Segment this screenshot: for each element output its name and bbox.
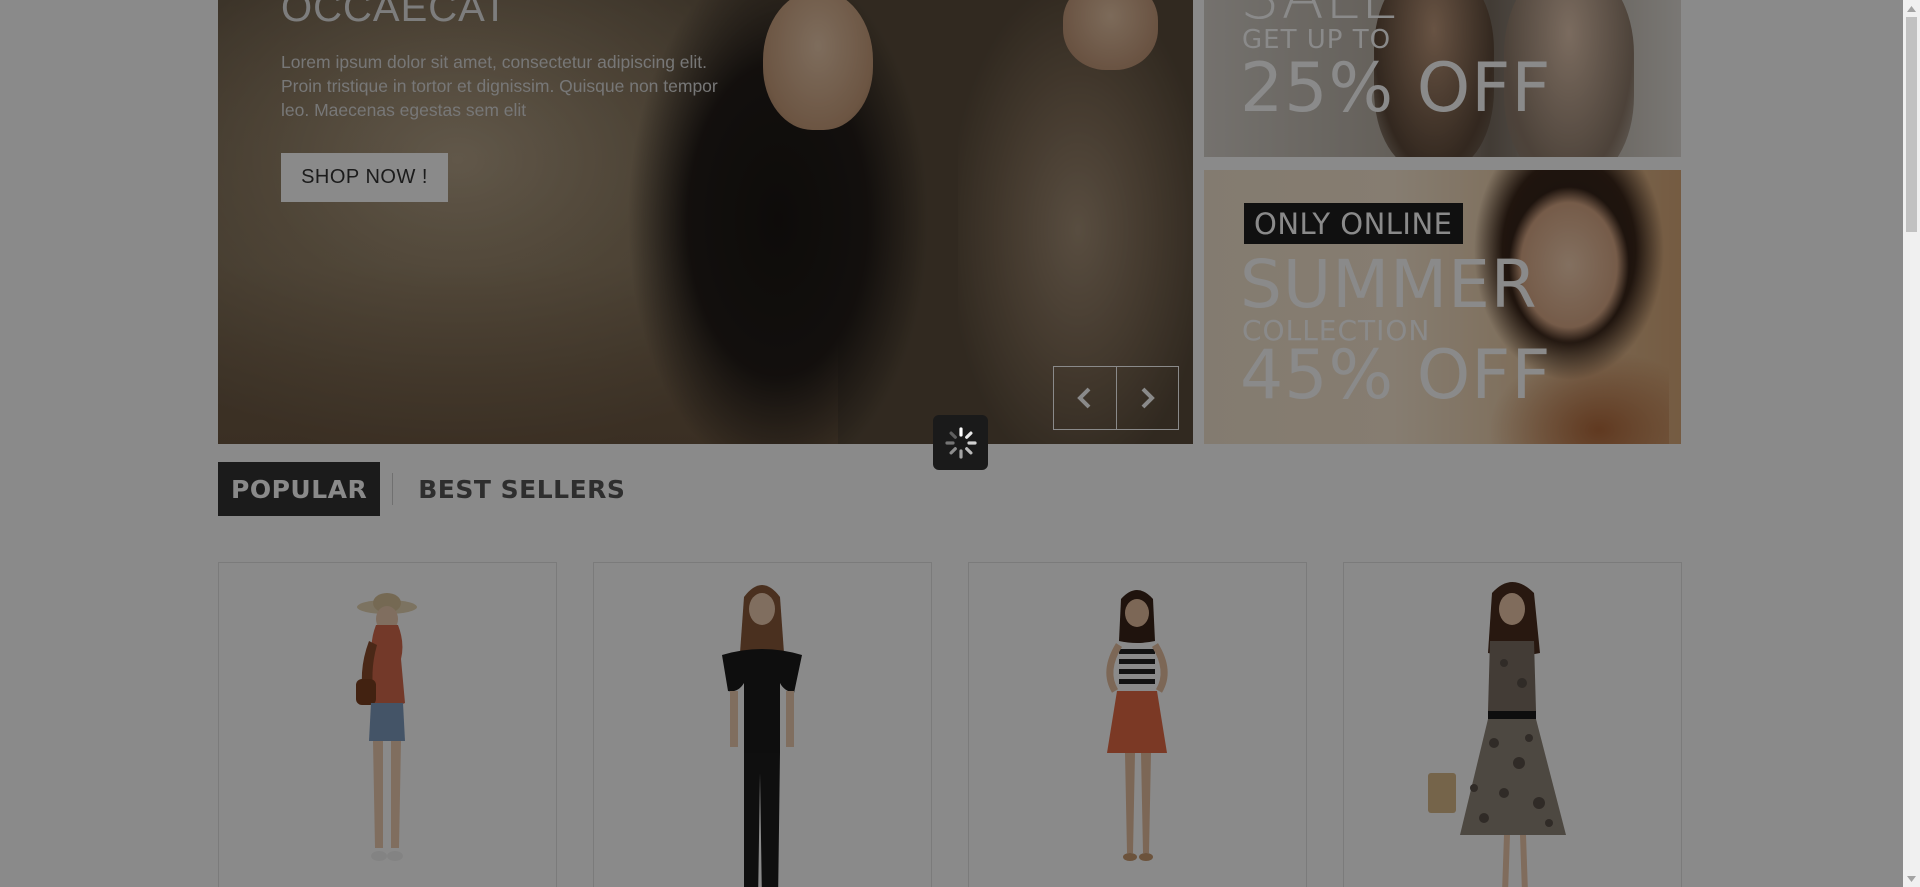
scroll-up-button[interactable] xyxy=(1903,0,1920,17)
loading-spinner xyxy=(933,415,988,470)
scroll-down-button[interactable] xyxy=(1903,870,1920,887)
scroll-down-arrow-icon xyxy=(1907,875,1916,882)
page: OCCAECAT Lorem ipsum dolor sit amet, con… xyxy=(0,0,1903,887)
spinner-icon xyxy=(944,426,977,459)
scrollbar-thumb[interactable] xyxy=(1906,17,1917,232)
scroll-up-arrow-icon xyxy=(1907,5,1916,12)
vertical-scrollbar[interactable] xyxy=(1903,0,1920,887)
